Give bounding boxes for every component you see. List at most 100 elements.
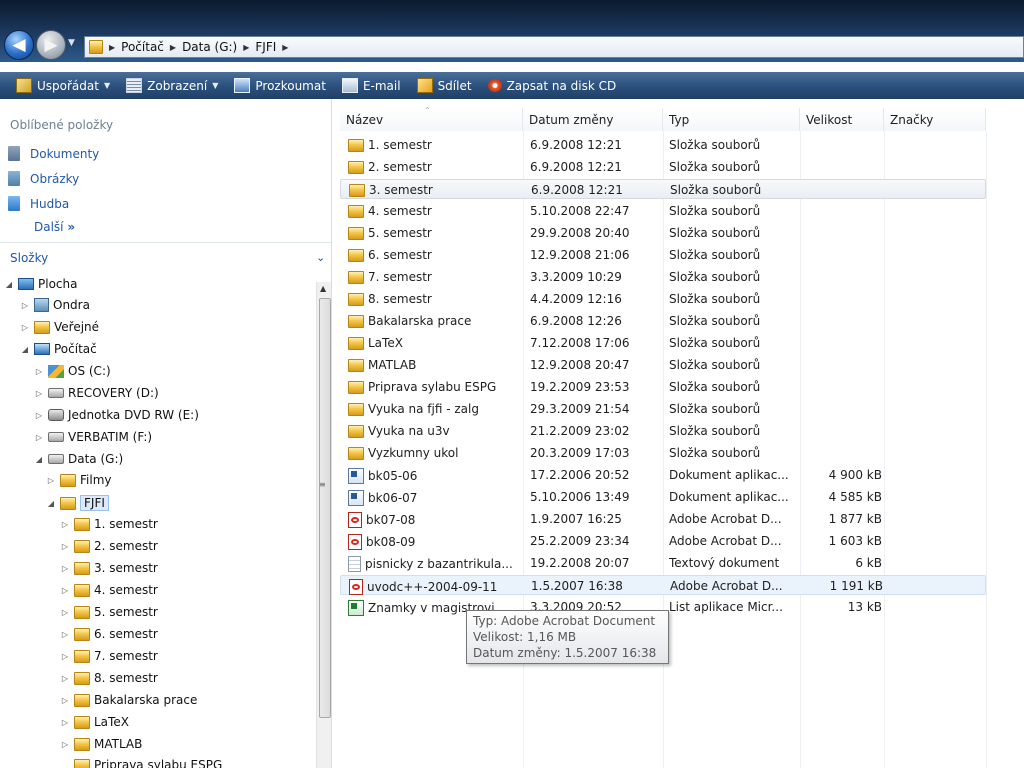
chevron-down-icon[interactable]: ⌄ bbox=[316, 251, 325, 264]
tree-item-bakalarska[interactable]: ▷ Bakalarska prace bbox=[60, 693, 197, 707]
collapsed-arrow-icon[interactable]: ▷ bbox=[34, 411, 44, 420]
tree-item-drive-e[interactable]: ▷ Jednotka DVD RW (E:) bbox=[34, 408, 199, 422]
collapsed-arrow-icon[interactable]: ▷ bbox=[60, 608, 70, 617]
collapsed-arrow-icon[interactable]: ▷ bbox=[60, 542, 70, 551]
file-name-cell[interactable]: bk07-08 bbox=[348, 512, 523, 528]
more-favorites-link[interactable]: Další » bbox=[34, 220, 75, 234]
file-name-cell[interactable]: bk06-07 bbox=[348, 490, 523, 506]
collapsed-arrow-icon[interactable]: ▷ bbox=[46, 476, 56, 485]
file-name-cell[interactable]: bk08-09 bbox=[348, 534, 523, 550]
table-row[interactable]: 1. semestr 6.9.2008 12:21 Složka souborů bbox=[340, 135, 986, 155]
email-button[interactable]: E-mail bbox=[336, 75, 407, 97]
tree-item-desktop[interactable]: ◢ Plocha bbox=[4, 277, 78, 291]
table-row[interactable]: Bakalarska prace 6.9.2008 12:26 Složka sou… bbox=[340, 311, 986, 331]
tree-item-drive-c[interactable]: ▷ OS (C:) bbox=[34, 364, 111, 378]
explore-button[interactable]: Prozkoumat bbox=[228, 75, 332, 97]
breadcrumb-separator-icon[interactable]: ▶ bbox=[282, 43, 288, 52]
breadcrumb-computer[interactable]: Počítač bbox=[121, 40, 164, 54]
favorite-pictures[interactable]: Obrázky bbox=[8, 171, 79, 186]
table-row[interactable]: bk06-07 5.10.2006 13:49 Dokument aplikac..… bbox=[340, 487, 986, 507]
table-row[interactable]: Vyzkumny ukol 20.3.2009 17:03 Složka soubo… bbox=[340, 443, 986, 463]
breadcrumb-data-drive[interactable]: Data (G:) bbox=[182, 40, 237, 54]
back-button[interactable]: ◀ bbox=[4, 30, 34, 60]
table-row[interactable]: 2. semestr 6.9.2008 12:21 Složka souborů bbox=[340, 157, 986, 177]
table-row[interactable]: bk07-08 1.9.2007 16:25 Adobe Acrobat D... 1… bbox=[340, 509, 986, 529]
scroll-up-arrow-icon[interactable]: ▲ bbox=[320, 284, 326, 293]
tree-item-latex[interactable]: ▷ LaTeX bbox=[60, 715, 129, 729]
table-row[interactable]: LaTeX 7.12.2008 17:06 Složka souborů bbox=[340, 333, 986, 353]
table-row[interactable]: 5. semestr 29.9.2008 20:40 Složka souborů bbox=[340, 223, 986, 243]
column-header-date[interactable]: Datum změny bbox=[523, 108, 663, 131]
recent-pages-chevron-icon[interactable]: ▼ bbox=[68, 38, 75, 48]
table-row[interactable]: Vyuka na fjfi - zalg 29.3.2009 21:54 Složk… bbox=[340, 399, 986, 419]
file-name-cell[interactable]: 1. semestr bbox=[348, 138, 523, 152]
collapsed-arrow-icon[interactable]: ▷ bbox=[60, 520, 70, 529]
file-name-cell[interactable]: 5. semestr bbox=[348, 226, 523, 240]
column-header-type[interactable]: Typ bbox=[663, 108, 800, 131]
file-name-cell[interactable]: 2. semestr bbox=[348, 160, 523, 174]
tree-item-public[interactable]: ▷ Veřejné bbox=[20, 320, 99, 334]
table-row[interactable]: 7. semestr 3.3.2009 10:29 Složka souborů bbox=[340, 267, 986, 287]
collapsed-arrow-icon[interactable]: ▷ bbox=[20, 301, 30, 310]
collapsed-arrow-icon[interactable]: ▷ bbox=[20, 323, 30, 332]
table-row[interactable]: 3. semestr 6.9.2008 12:21 Složka souborů bbox=[340, 179, 986, 199]
collapsed-arrow-icon[interactable]: ▷ bbox=[34, 389, 44, 398]
tree-item-semestr-1[interactable]: ▷ 1. semestr bbox=[60, 517, 158, 531]
views-button[interactable]: Zobrazení ▼ bbox=[120, 75, 224, 97]
table-row[interactable]: 6. semestr 12.9.2008 21:06 Složka souborů bbox=[340, 245, 986, 265]
file-name-cell[interactable]: Vyuka na u3v bbox=[348, 424, 523, 438]
address-bar[interactable]: ▶ Počítač ▶ Data (G:) ▶ FJFI ▶ bbox=[84, 36, 1024, 58]
navigation-scrollbar[interactable]: ▲ ≡ bbox=[316, 282, 331, 768]
breadcrumb-fjfi[interactable]: FJFI bbox=[255, 40, 276, 54]
file-name-cell[interactable]: 4. semestr bbox=[348, 204, 523, 218]
tree-item-semestr-2[interactable]: ▷ 2. semestr bbox=[60, 539, 158, 553]
file-name-cell[interactable]: 7. semestr bbox=[348, 270, 523, 284]
table-row[interactable]: pisnicky z bazantrikula... 19.2.2008 20:0… bbox=[340, 553, 986, 573]
file-name-cell[interactable]: 3. semestr bbox=[349, 183, 524, 197]
collapsed-arrow-icon[interactable]: ▷ bbox=[60, 630, 70, 639]
favorite-music[interactable]: Hudba bbox=[8, 196, 69, 211]
scrollbar-thumb[interactable] bbox=[319, 298, 331, 718]
collapsed-arrow-icon[interactable]: ▷ bbox=[60, 564, 70, 573]
expanded-arrow-icon[interactable]: ◢ bbox=[34, 455, 44, 464]
tree-item-semestr-6[interactable]: ▷ 6. semestr bbox=[60, 627, 158, 641]
forward-button[interactable]: ▶ bbox=[36, 30, 66, 60]
tree-item-drive-f[interactable]: ▷ VERBATIM (F:) bbox=[34, 430, 152, 444]
tree-item-semestr-7[interactable]: ▷ 7. semestr bbox=[60, 649, 158, 663]
column-header-name[interactable]: ⌃ Název bbox=[340, 106, 523, 131]
breadcrumb-separator-icon[interactable]: ▶ bbox=[109, 43, 115, 52]
tree-item-semestr-8[interactable]: ▷ 8. semestr bbox=[60, 671, 158, 685]
favorite-documents[interactable]: Dokumenty bbox=[8, 146, 99, 161]
expanded-arrow-icon[interactable]: ◢ bbox=[4, 280, 14, 289]
tree-item-semestr-4[interactable]: ▷ 4. semestr bbox=[60, 583, 158, 597]
column-header-tags[interactable]: Značky bbox=[884, 108, 986, 131]
tree-item-computer[interactable]: ◢ Počítač bbox=[20, 342, 97, 356]
tree-item-drive-d[interactable]: ▷ RECOVERY (D:) bbox=[34, 386, 159, 400]
share-button[interactable]: Sdílet bbox=[411, 75, 478, 97]
collapsed-arrow-icon[interactable]: ▷ bbox=[60, 674, 70, 683]
file-name-cell[interactable]: Vyzkumny ukol bbox=[348, 446, 523, 460]
collapsed-arrow-icon[interactable]: ▷ bbox=[60, 696, 70, 705]
breadcrumb-separator-icon[interactable]: ▶ bbox=[170, 43, 176, 52]
table-row[interactable]: 4. semestr 5.10.2008 22:47 Složka souborů bbox=[340, 201, 986, 221]
folders-header[interactable]: Složky bbox=[10, 251, 48, 265]
file-name-cell[interactable]: 6. semestr bbox=[348, 248, 523, 262]
tree-item-semestr-3[interactable]: ▷ 3. semestr bbox=[60, 561, 158, 575]
organize-button[interactable]: Uspořádat ▼ bbox=[10, 75, 116, 97]
table-row[interactable]: Vyuka na u3v 21.2.2009 23:02 Složka soubor… bbox=[340, 421, 986, 441]
file-name-cell[interactable]: 8. semestr bbox=[348, 292, 523, 306]
file-name-cell[interactable]: uvodc++-2004-09-11 bbox=[349, 579, 524, 595]
table-row[interactable]: Priprava sylabu ESPG 19.2.2009 23:53 Složk… bbox=[340, 377, 986, 397]
burn-cd-button[interactable]: Zapsat na disk CD bbox=[482, 75, 623, 97]
file-name-cell[interactable]: MATLAB bbox=[348, 358, 523, 372]
file-name-cell[interactable]: LaTeX bbox=[348, 336, 523, 350]
table-row[interactable]: bk05-06 17.2.2006 20:52 Dokument aplikac..… bbox=[340, 465, 986, 485]
tree-item-filmy[interactable]: ▷ Filmy bbox=[46, 473, 112, 487]
tree-item-fjfi[interactable]: ◢ FJFI bbox=[46, 495, 109, 511]
tree-item-priprava[interactable]: Priprava sylabu ESPG bbox=[60, 758, 222, 768]
file-name-cell[interactable]: bk05-06 bbox=[348, 468, 523, 484]
collapsed-arrow-icon[interactable]: ▷ bbox=[34, 433, 44, 442]
collapsed-arrow-icon[interactable]: ▷ bbox=[34, 367, 44, 376]
file-name-cell[interactable]: Priprava sylabu ESPG bbox=[348, 380, 523, 394]
breadcrumb-separator-icon[interactable]: ▶ bbox=[243, 43, 249, 52]
